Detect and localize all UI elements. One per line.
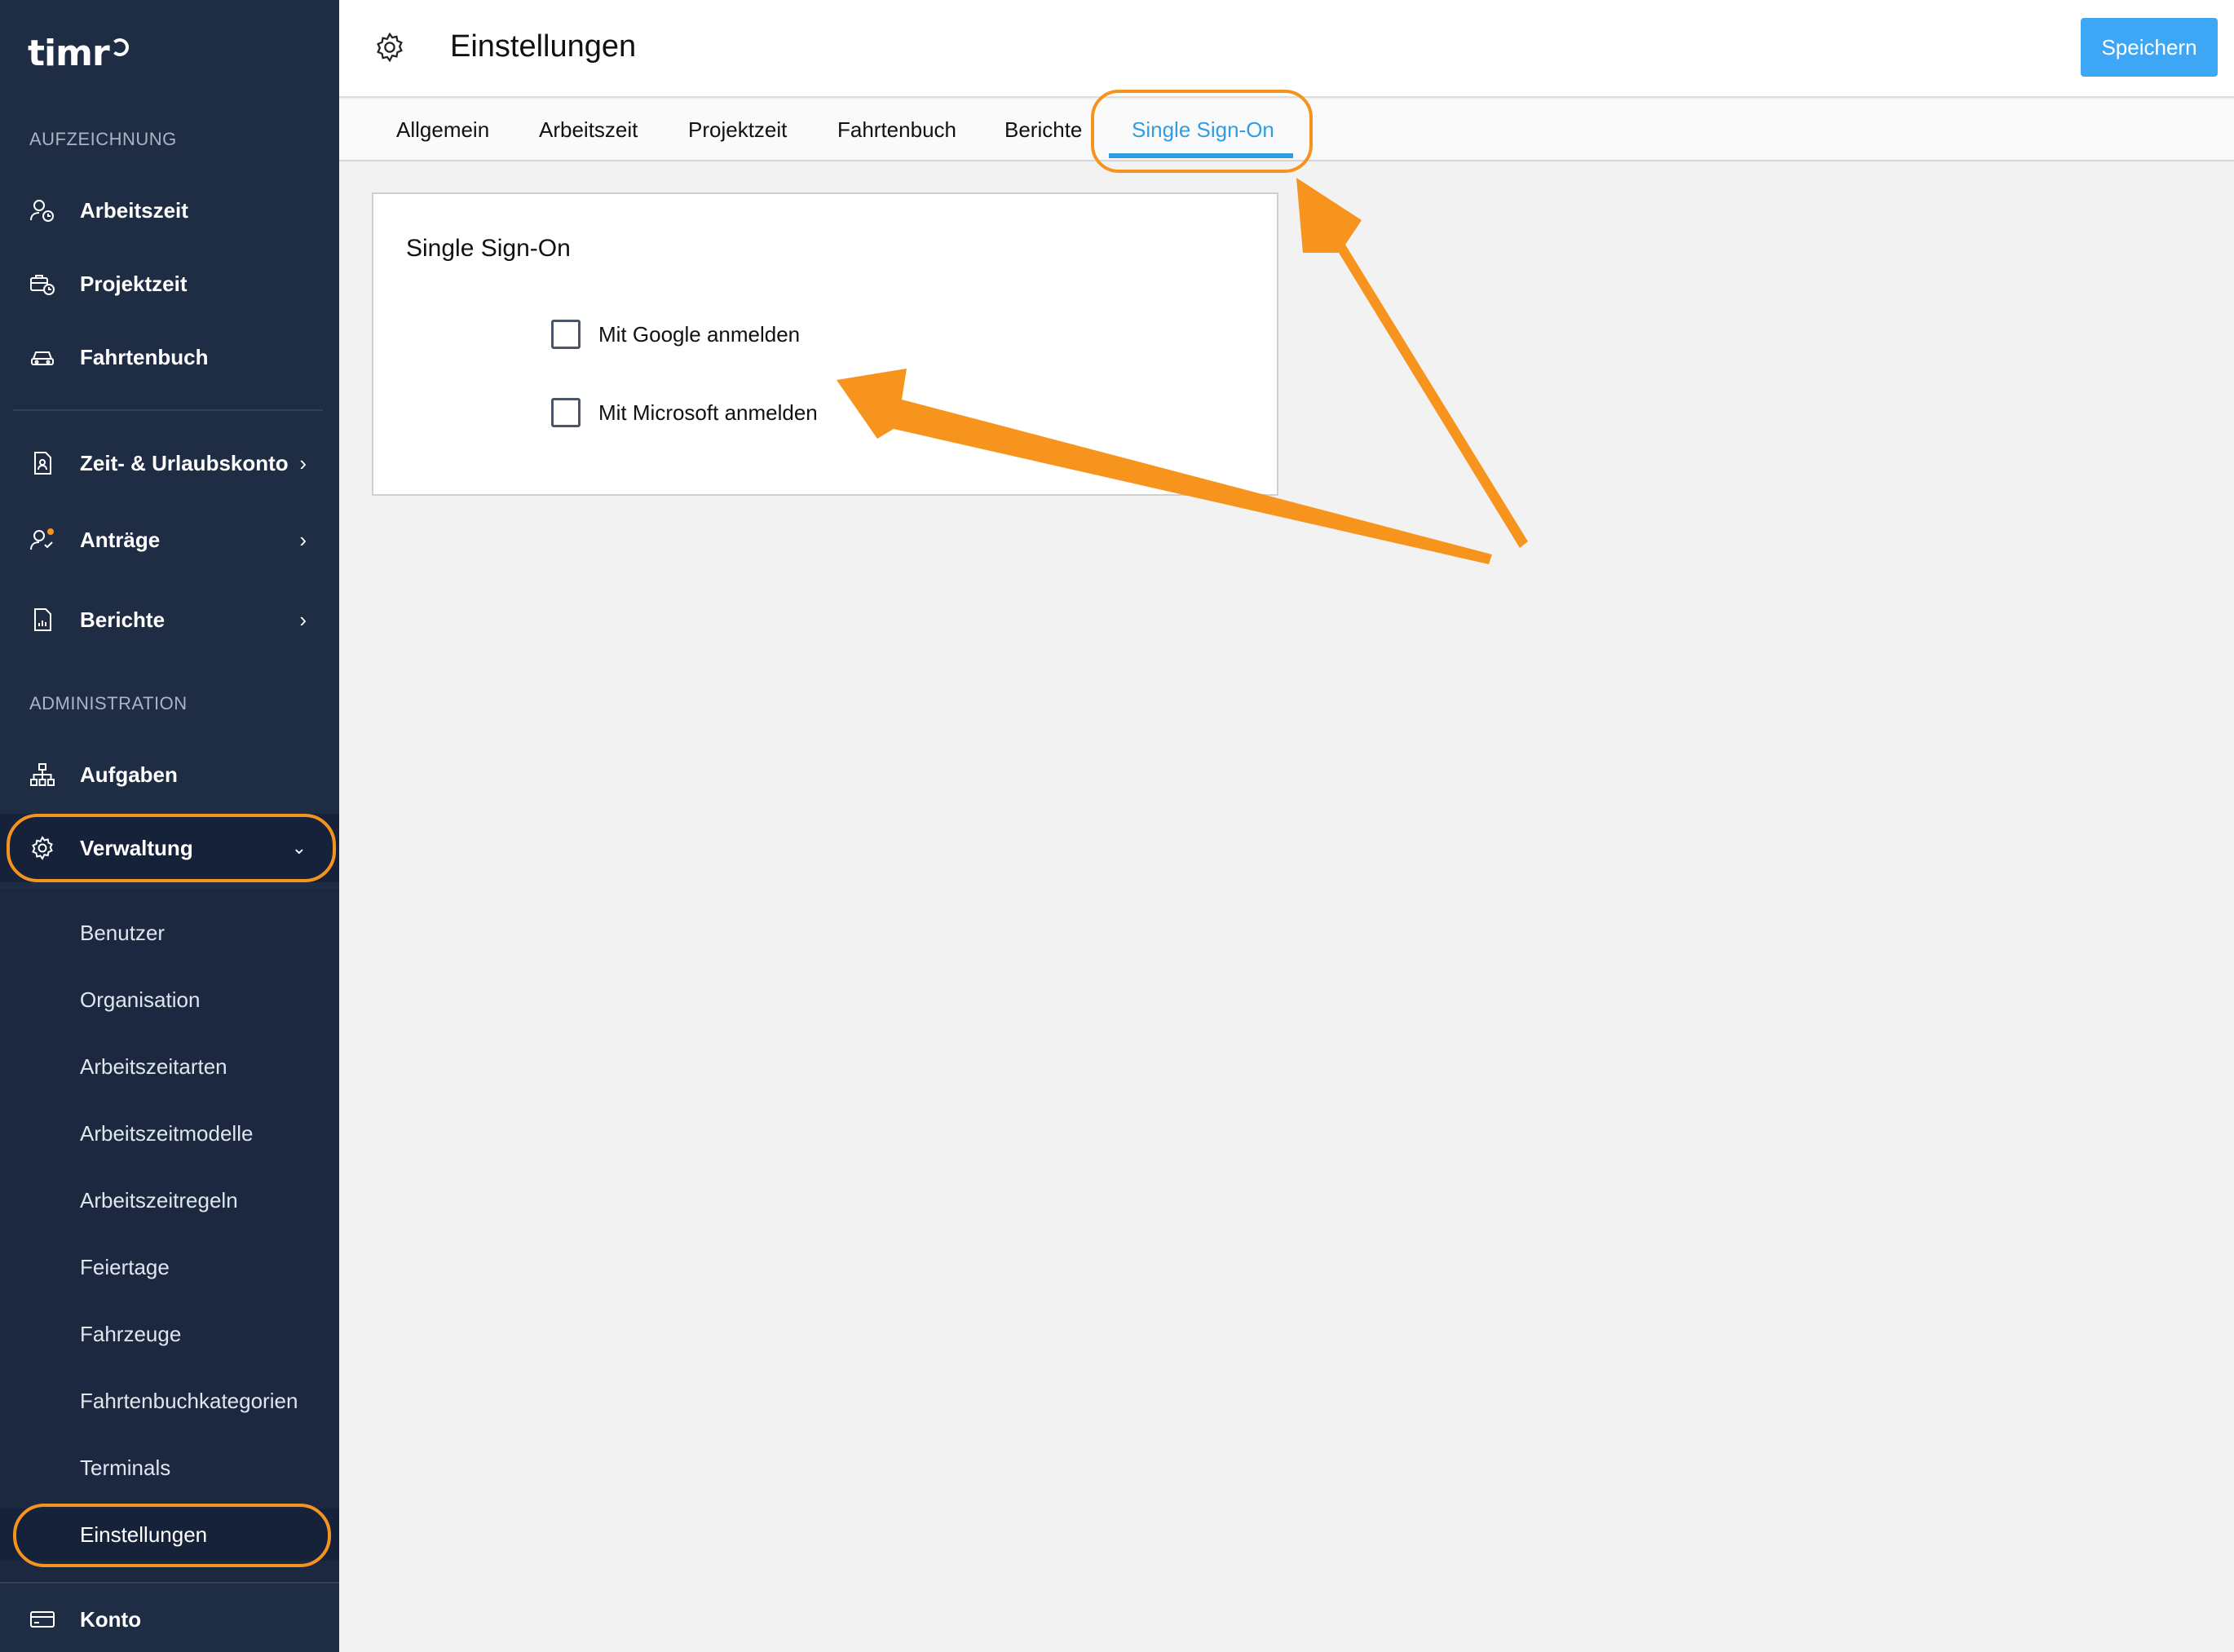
sidebar-item-label: Verwaltung: [80, 835, 193, 860]
sidebar-item-arbeitszeit[interactable]: Arbeitszeit: [0, 176, 339, 245]
section-label-admin: ADMINISTRATION: [29, 693, 188, 713]
tab-projektzeit[interactable]: Projektzeit: [688, 117, 787, 143]
microsoft-sso-option[interactable]: Mit Microsoft anmelden: [551, 398, 818, 427]
sidebar-subitem-einstellungen[interactable]: Einstellungen: [0, 1508, 339, 1561]
sidebar-subitem-organisation[interactable]: Organisation: [0, 974, 339, 1026]
subitem-label: Fahrzeuge: [80, 1321, 182, 1346]
sidebar-item-projektzeit[interactable]: Projektzeit: [0, 250, 339, 318]
subitem-label: Organisation: [80, 987, 201, 1012]
sidebar-subitem-benutzer[interactable]: Benutzer: [0, 907, 339, 959]
tab-arbeitszeit[interactable]: Arbeitszeit: [539, 117, 638, 143]
car-icon: [29, 344, 55, 370]
subitem-label: Benutzer: [80, 920, 166, 945]
gear-icon: [373, 31, 406, 64]
card-title: Single Sign-On: [406, 235, 571, 262]
subitem-label: Terminals: [80, 1455, 171, 1480]
sidebar-subitem-arbeitszeitregeln[interactable]: Arbeitszeitregeln: [0, 1174, 339, 1226]
chevron-down-icon: ⌄: [291, 837, 307, 858]
sidebar-item-antraege[interactable]: Anträge ›: [0, 506, 339, 574]
google-sso-checkbox[interactable]: [551, 320, 581, 349]
sidebar-item-berichte[interactable]: Berichte ›: [0, 585, 339, 654]
tab-single-sign-on[interactable]: Single Sign-On: [1132, 117, 1274, 143]
arrow-to-sso-tab: [1296, 178, 1528, 548]
gear-icon: [29, 835, 55, 861]
sidebar-item-label: Zeit- & Urlaubskonto: [80, 450, 289, 475]
sidebar-item-label: Aufgaben: [80, 762, 178, 787]
settings-tabs: Allgemein Arbeitszeit Projektzeit Fahrte…: [339, 99, 2234, 161]
logo-circle-icon: [110, 38, 129, 56]
subitem-label: Feiertage: [80, 1254, 170, 1279]
sidebar-divider: [13, 409, 323, 411]
sidebar-item-label: Projektzeit: [80, 271, 188, 296]
save-button[interactable]: Speichern: [2081, 18, 2218, 77]
sidebar-subitem-arbeitszeitarten[interactable]: Arbeitszeitarten: [0, 1040, 339, 1093]
active-tab-indicator: [1109, 153, 1293, 158]
subitem-label: Arbeitszeitarten: [80, 1053, 227, 1079]
user-check-icon: [29, 527, 55, 553]
microsoft-sso-checkbox[interactable]: [551, 398, 581, 427]
logo-text: timr: [28, 32, 110, 74]
document-person-icon: [29, 450, 55, 476]
sidebar-item-label: Arbeitszeit: [80, 197, 188, 223]
sidebar-item-urlaubskonto[interactable]: Zeit- & Urlaubskonto ›: [0, 429, 339, 497]
subitem-label: Arbeitszeitregeln: [80, 1187, 238, 1212]
sso-settings-card: Single Sign-On Mit Google anmelden Mit M…: [372, 192, 1278, 496]
sidebar-subitem-terminals[interactable]: Terminals: [0, 1442, 339, 1494]
subitem-label: Einstellungen: [80, 1522, 208, 1547]
sidebar-divider: [0, 1582, 339, 1584]
user-clock-icon: [29, 197, 55, 223]
microsoft-sso-label: Mit Microsoft anmelden: [598, 400, 818, 425]
sidebar-subitem-arbeitszeitmodelle[interactable]: Arbeitszeitmodelle: [0, 1107, 339, 1159]
credit-card-icon: [29, 1606, 55, 1632]
subitem-label: Fahrtenbuchkategorien: [80, 1388, 298, 1413]
report-icon: [29, 607, 55, 633]
sidebar-subitem-feiertage[interactable]: Feiertage: [0, 1241, 339, 1293]
google-sso-option[interactable]: Mit Google anmelden: [551, 320, 800, 349]
sidebar-item-aufgaben[interactable]: Aufgaben: [0, 740, 339, 809]
tab-fahrtenbuch[interactable]: Fahrtenbuch: [837, 117, 956, 143]
sidebar-subitem-fahrtenbuchkategorien[interactable]: Fahrtenbuchkategorien: [0, 1375, 339, 1427]
section-label-recording: AUFZEICHNUNG: [29, 129, 177, 149]
sidebar-item-konto[interactable]: Konto: [0, 1587, 339, 1652]
sidebar-item-label: Fahrtenbuch: [80, 344, 209, 369]
chevron-right-icon: ›: [299, 450, 307, 475]
sidebar-subitem-fahrzeuge[interactable]: Fahrzeuge: [0, 1308, 339, 1360]
page-title: Einstellungen: [450, 29, 637, 64]
timr-logo[interactable]: timr: [28, 29, 129, 77]
sidebar-item-label: Konto: [80, 1606, 142, 1632]
sidebar-item-label: Berichte: [80, 607, 166, 632]
briefcase-clock-icon: [29, 271, 55, 297]
sidebar-item-verwaltung[interactable]: Verwaltung ⌄: [0, 814, 339, 882]
sidebar: timr AUFZEICHNUNG Arbeitszeit Projektzei…: [0, 0, 339, 1652]
google-sso-label: Mit Google anmelden: [598, 321, 801, 347]
tab-allgemein[interactable]: Allgemein: [396, 117, 489, 143]
sidebar-item-label: Anträge: [80, 527, 161, 552]
tab-berichte[interactable]: Berichte: [1004, 117, 1082, 143]
chevron-right-icon: ›: [299, 527, 307, 552]
subitem-label: Arbeitszeitmodelle: [80, 1120, 254, 1146]
page-header: Einstellungen Speichern: [339, 0, 2234, 98]
chevron-right-icon: ›: [299, 607, 307, 632]
sidebar-item-fahrtenbuch[interactable]: Fahrtenbuch: [0, 323, 339, 391]
hierarchy-icon: [29, 762, 55, 788]
